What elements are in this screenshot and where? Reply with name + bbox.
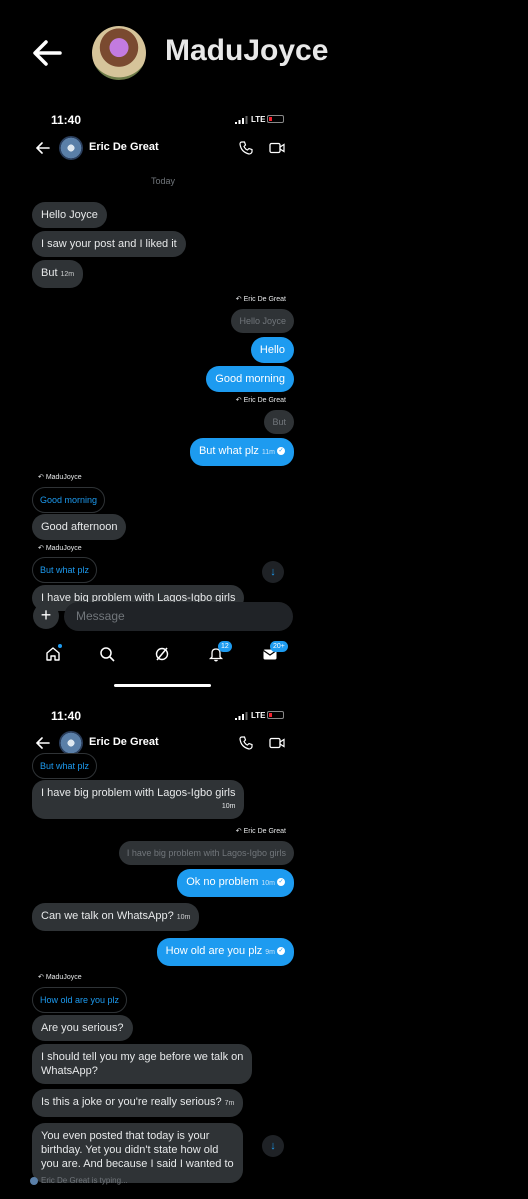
bottom-nav: 12 20+ [32,640,294,668]
messages-badge: 20+ [270,641,288,652]
message-composer: + Message [32,602,294,634]
home-icon[interactable] [45,646,61,662]
chat-back-icon[interactable] [36,736,50,750]
message-received[interactable]: I should tell you my age before we talk … [32,1044,253,1084]
add-attachment-button[interactable]: + [33,603,59,629]
contact-name[interactable]: Eric De Great [89,141,159,153]
message-received[interactable]: Good afternoon [32,514,127,540]
message-time: 9m [265,949,275,956]
message-sent[interactable]: How old are you plz 9m ✓ [156,938,294,966]
video-icon[interactable] [269,141,285,155]
battery-icon [267,115,284,123]
read-check-icon: ✓ [277,878,285,887]
reply-label: ↶ Eric De Great [235,397,286,404]
message-received[interactable]: Hello Joyce [32,202,107,228]
message-time: 10m [221,803,236,810]
chat-screenshot-1: 11:40 LTE Eric De Great Today Hello Joyc… [32,104,294,694]
notifications-badge: 12 [218,641,232,652]
reply-label: ↶ MaduJoyce [38,545,82,552]
phone-icon[interactable] [239,736,253,750]
message-time: 7m [224,1100,235,1107]
message-sent[interactable]: Good morning [206,366,294,392]
reply-label: ↶ MaduJoyce [38,474,82,481]
message-time: 10m [176,914,191,921]
message-sent[interactable]: Hello [250,337,294,363]
top-bar: MaduJoyce [0,0,528,100]
profile-avatar[interactable] [92,26,146,80]
message-sent[interactable]: Ok no problem 10m ✓ [177,869,294,897]
message-received[interactable]: Are you serious? [32,1015,133,1041]
message-received[interactable]: I have big problem with Lagos-Igbo girls… [32,780,245,819]
back-arrow-icon[interactable] [30,36,64,70]
home-dot [58,644,62,648]
message-input[interactable]: Message [64,602,293,631]
message-received[interactable]: You even posted that today is your birth… [32,1123,243,1183]
reply-label: ↶ Eric De Great [235,828,286,835]
message-time: 12m [60,271,75,278]
message-received[interactable]: I saw your post and I liked it [32,231,186,257]
status-bar: 11:40 LTE [32,104,294,134]
message-sent[interactable]: But what plz 11m ✓ [189,438,294,466]
message-received[interactable]: But 12m [32,260,84,288]
quoted-message[interactable]: I have big problem with Lagos-Igbo girls [118,841,294,865]
quoted-message[interactable]: Hello Joyce [231,309,294,333]
grok-icon[interactable] [154,646,170,662]
quoted-message[interactable]: Good morning [32,487,106,513]
status-time: 11:40 [51,709,82,723]
chat-back-icon[interactable] [36,141,50,155]
chat-header: Eric De Great [32,131,294,165]
quoted-message[interactable]: But what plz [32,557,98,583]
reply-label: ↶ MaduJoyce [38,974,82,981]
contact-avatar[interactable] [59,731,83,755]
battery-icon [267,711,284,719]
signal-icon [235,712,248,720]
typing-indicator: Eric De Great is typing... [30,1176,128,1185]
signal-icon [235,116,248,124]
contact-name[interactable]: Eric De Great [89,736,159,748]
home-indicator [114,684,211,687]
scroll-down-button[interactable]: ↓ [262,1135,284,1157]
read-check-icon: ✓ [277,947,285,956]
quoted-message[interactable]: But [264,410,294,434]
scroll-down-button[interactable]: ↓ [262,561,284,583]
network-label: LTE [251,115,266,124]
status-time: 11:40 [51,113,82,127]
phone-icon[interactable] [239,141,253,155]
search-icon[interactable] [99,646,115,662]
video-icon[interactable] [269,736,285,750]
typing-avatar [30,1176,38,1185]
quoted-message[interactable]: How old are you plz [32,987,128,1013]
reply-label: ↶ Eric De Great [235,296,286,303]
message-time: 11m [261,449,275,456]
quoted-message[interactable]: But what plz [32,753,98,779]
chat-screenshot-2: 11:40 LTE Eric De Great But what plz I h… [32,700,294,1199]
message-received[interactable]: Is this a joke or you're really serious?… [32,1089,244,1117]
day-separator: Today [150,176,176,186]
network-label: LTE [251,711,266,720]
message-received[interactable]: Can we talk on WhatsApp? 10m [32,903,200,931]
contact-avatar[interactable] [59,136,83,160]
page-title: MaduJoyce [165,34,329,67]
message-time: 10m [261,880,275,887]
read-check-icon: ✓ [277,447,285,456]
